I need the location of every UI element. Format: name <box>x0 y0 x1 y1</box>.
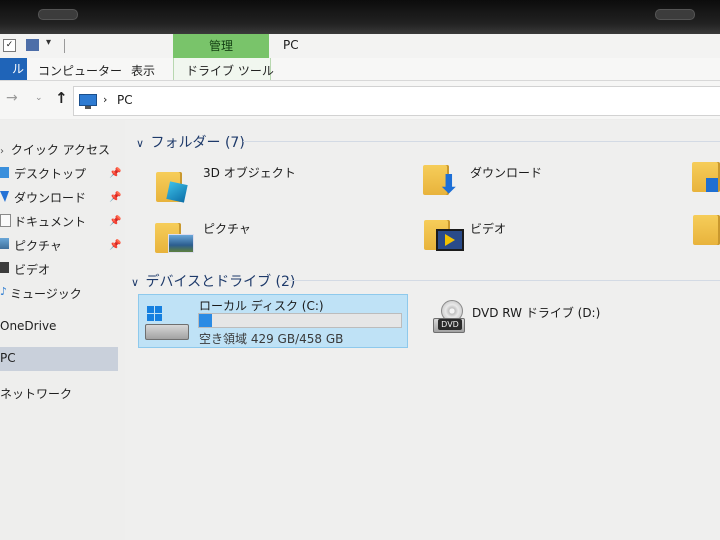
breadcrumb-pc[interactable]: PC <box>117 93 133 107</box>
drive-free-space: 空き領域 429 GB/458 GB <box>199 332 344 346</box>
pictures-icon <box>0 238 9 249</box>
folder-label: ビデオ <box>470 222 507 236</box>
pin-icon[interactable]: 📌 <box>109 168 121 179</box>
dvd-badge: DVD <box>438 319 462 330</box>
nav-item-quick-access[interactable]: › クイック アクセス <box>0 141 110 158</box>
music-icon: ♪ <box>0 285 8 298</box>
windows-logo-icon <box>147 306 163 322</box>
folder-label: ピクチャ <box>203 222 251 236</box>
group-divider <box>243 141 720 142</box>
nav-item-videos[interactable]: ビデオ <box>14 261 50 278</box>
tab-computer[interactable]: コンピューター <box>38 62 122 79</box>
nav-item-documents[interactable]: ドキュメント <box>14 213 86 230</box>
hard-drive-icon <box>145 324 189 340</box>
toolbar-divider <box>64 39 65 53</box>
nav-item-label: クイック アクセス <box>10 143 111 157</box>
tab-drive-tools[interactable]: ドライブ ツール <box>186 62 274 79</box>
group-header-folders[interactable]: ∨ フォルダー (7) <box>136 132 245 152</box>
capacity-bar-fill <box>199 314 212 327</box>
folder-overlay-icon <box>706 178 718 192</box>
tab-manage[interactable]: 管理 <box>173 34 269 58</box>
nav-item-music[interactable]: ミュージック <box>10 285 82 302</box>
recent-locations-icon[interactable]: ⌄ <box>35 93 43 103</box>
3d-objects-icon <box>166 181 188 203</box>
group-header-label: デバイスとドライブ (2) <box>145 274 296 290</box>
chevron-right-icon: › <box>0 146 4 157</box>
chevron-down-icon: ∨ <box>131 276 140 289</box>
customize-toolbar-icon[interactable]: ▾ <box>46 37 51 48</box>
bezel-notch-right <box>655 9 695 20</box>
folder-icon <box>693 215 720 245</box>
pin-icon[interactable]: 📌 <box>109 240 121 251</box>
downloads-icon: ⬇ <box>438 170 460 200</box>
group-header-devices[interactable]: ∨ デバイスとドライブ (2) <box>131 271 295 291</box>
chevron-down-icon: ∨ <box>136 137 145 150</box>
pin-icon[interactable]: 📌 <box>109 216 121 227</box>
checkbox-icon[interactable]: ✓ <box>3 39 16 52</box>
nav-item-pictures[interactable]: ピクチャ <box>14 237 62 254</box>
folder-label: ダウンロード <box>470 166 543 180</box>
nav-item-desktop[interactable]: デスクトップ <box>14 165 86 182</box>
monitor-bezel <box>0 0 720 34</box>
desktop-icon <box>0 167 9 178</box>
tab-view[interactable]: 表示 <box>131 62 155 79</box>
group-header-label: フォルダー (7) <box>150 135 245 151</box>
nav-item-onedrive[interactable]: OneDrive <box>0 319 56 333</box>
videos-icon <box>0 262 9 273</box>
pictures-icon <box>168 234 194 253</box>
capacity-bar <box>198 313 402 328</box>
videos-icon <box>436 229 464 251</box>
nav-item-downloads[interactable]: ダウンロード <box>14 189 86 206</box>
pin-icon[interactable]: 📌 <box>109 192 121 203</box>
nav-item-network[interactable]: ネットワーク <box>0 385 72 402</box>
address-bar[interactable] <box>73 86 720 116</box>
properties-icon[interactable] <box>26 39 39 51</box>
forward-arrow-icon[interactable]: → <box>6 90 18 106</box>
drive-label: ローカル ディスク (C:) <box>199 299 324 313</box>
nav-selection-highlight <box>0 347 118 371</box>
download-arrow-icon <box>0 191 9 202</box>
this-pc-icon <box>79 94 97 109</box>
title-bar: ✓ ▾ <box>0 34 720 58</box>
drive-label: DVD RW ドライブ (D:) <box>472 306 601 320</box>
up-arrow-icon[interactable]: ↑ <box>55 89 68 107</box>
breadcrumb-chevron-icon[interactable]: › <box>103 93 107 106</box>
window-title: PC <box>283 38 299 52</box>
nav-item-pc[interactable]: PC <box>0 351 16 365</box>
folder-label: 3D オブジェクト <box>203 166 296 180</box>
tab-file[interactable]: ル <box>0 58 27 80</box>
document-icon <box>0 214 11 227</box>
bezel-notch-left <box>38 9 78 20</box>
group-divider <box>285 280 720 281</box>
